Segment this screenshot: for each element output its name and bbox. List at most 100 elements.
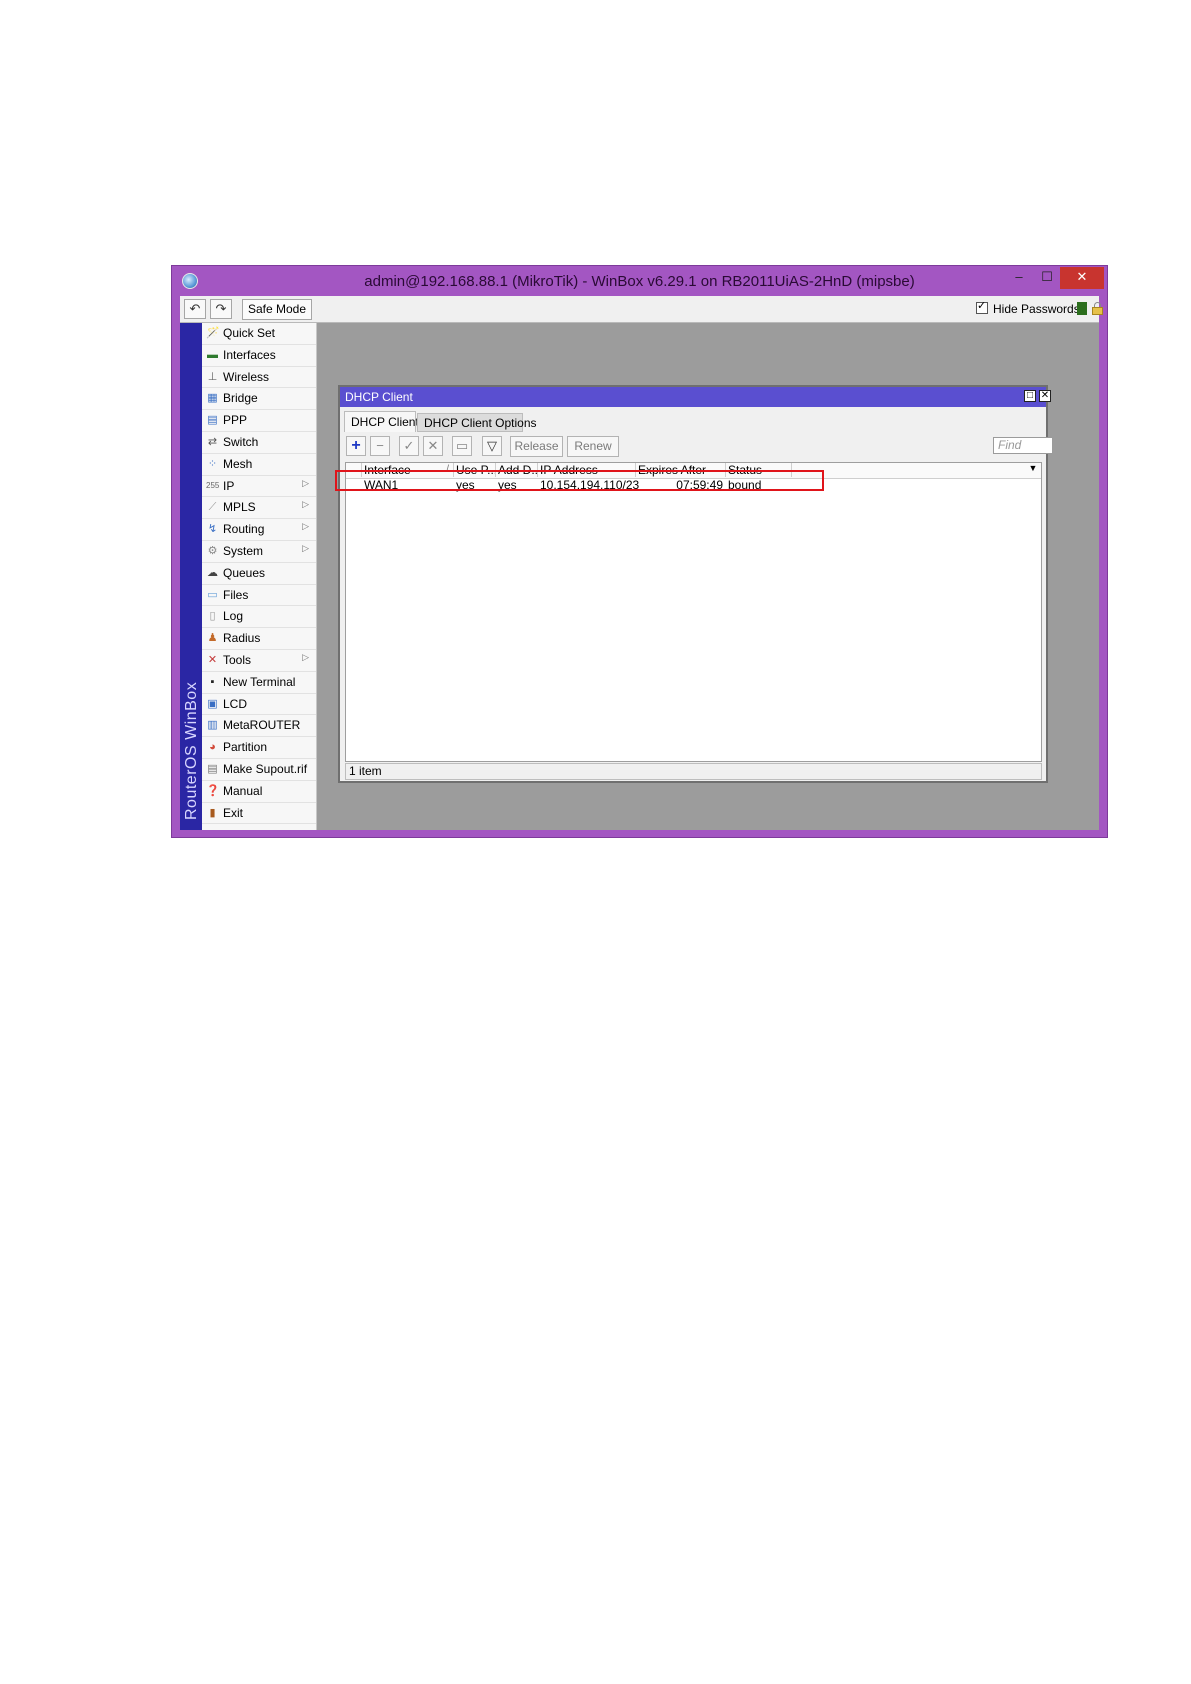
add-icon[interactable]: +: [346, 436, 366, 456]
release-button[interactable]: Release: [510, 436, 563, 457]
sidebar-item-label: Bridge: [223, 391, 258, 406]
users-icon: ♟: [207, 632, 218, 645]
ppp-icon: ▤: [207, 414, 218, 427]
sidebar-item-make-supout[interactable]: ▤ Make Supout.rif: [202, 759, 316, 781]
sidebar-item-label: Wireless: [223, 369, 270, 384]
submenu-arrow-icon: ▷: [302, 499, 309, 510]
enable-icon[interactable]: ✓: [399, 436, 419, 456]
pie-icon: ◕: [209, 741, 216, 754]
window-title: admin@192.168.88.1 (MikroTik) - WinBox v…: [364, 273, 915, 290]
submenu-arrow-icon: ▷: [302, 477, 309, 488]
sidebar-item-ppp[interactable]: ▤ PPP: [202, 410, 316, 432]
submenu-arrow-icon: ▷: [302, 521, 309, 532]
sidebar-item-partition[interactable]: ◕ Partition: [202, 737, 316, 759]
sidebar-item-queues[interactable]: ☁ Queues: [202, 563, 316, 585]
brand-label: RouterOS WinBox: [183, 681, 200, 820]
tools-icon: ✕: [207, 653, 218, 666]
main-toolbar: ↶ ↷ Safe Mode Hide Passwords: [180, 296, 1103, 323]
maximize-icon[interactable]: ☐: [1032, 267, 1062, 289]
sidebar-item-bridge[interactable]: ▦ Bridge: [202, 388, 316, 411]
safe-mode-button[interactable]: Safe Mode: [242, 299, 312, 320]
sidebar-item-label: Manual: [223, 783, 263, 798]
sidebar-item-routing[interactable]: ↯ Routing ▷: [202, 519, 316, 541]
sidebar-item-exit[interactable]: ▮ Exit: [202, 803, 316, 825]
highlight-annotation-box: [335, 470, 824, 491]
dialog-maximize-icon[interactable]: □: [1024, 390, 1036, 402]
ip-icon: 255: [206, 480, 220, 490]
sidebar-item-tools[interactable]: ✕ Tools ▷: [202, 650, 316, 672]
sidebar-item-label: Queues: [223, 565, 266, 580]
exit-icon: ▮: [209, 806, 216, 819]
close-icon[interactable]: ✕: [1060, 267, 1104, 289]
submenu-arrow-icon: ▷: [302, 542, 309, 553]
dhcp-client-dialog: DHCP Client □ ✕ DHCP Client DHCP Client …: [338, 385, 1053, 783]
sidebar-item-label: MPLS: [223, 500, 256, 515]
wand-icon: 🪄: [206, 327, 220, 339]
sidebar-item-label: Log: [223, 609, 244, 624]
sidebar-item-interfaces[interactable]: ▬ Interfaces: [202, 345, 316, 367]
hide-passwords-label: Hide Passwords: [993, 302, 1080, 316]
mesh-icon: ⁘: [207, 457, 218, 470]
sidebar-item-system[interactable]: ⚙ System ▷: [202, 541, 316, 563]
comment-icon[interactable]: ▭: [452, 436, 472, 456]
minimize-icon[interactable]: –: [1004, 267, 1034, 289]
remove-icon[interactable]: −: [370, 436, 390, 456]
dialog-title-bar[interactable]: DHCP Client □ ✕: [340, 387, 1051, 407]
submenu-arrow-icon: ▷: [302, 651, 309, 662]
filter-icon[interactable]: ▽: [482, 436, 502, 456]
find-input[interactable]: Find: [993, 437, 1053, 454]
sidebar-item-label: System: [223, 543, 264, 558]
help-icon: ❓: [206, 784, 220, 797]
antenna-icon: ⊥: [207, 370, 218, 383]
dialog-title: DHCP Client: [345, 390, 413, 404]
document-icon: ▤: [207, 762, 218, 775]
hide-passwords-checkbox[interactable]: Hide Passwords: [976, 299, 1080, 316]
tab-dhcp-client-options[interactable]: DHCP Client Options: [417, 413, 537, 432]
dialog-toolbar: + − ✓ ✕ ▭ ▽ Release Renew Find: [344, 436, 1053, 460]
log-icon: ▯: [209, 610, 216, 623]
sidebar-item-label: IP: [223, 478, 235, 493]
sidebar-item-label: Tools: [223, 652, 252, 667]
sidebar-item-files[interactable]: ▭ Files: [202, 585, 316, 607]
checkbox-checked-icon[interactable]: [976, 299, 988, 314]
queues-icon: ☁: [207, 566, 218, 579]
disable-icon[interactable]: ✕: [423, 436, 443, 456]
sidebar-item-mpls[interactable]: ⟋ MPLS ▷: [202, 497, 316, 520]
sidebar-item-label: LCD: [223, 696, 248, 711]
sidebar-item-label: Make Supout.rif: [223, 761, 308, 776]
lock-icon: [1092, 302, 1103, 315]
renew-button[interactable]: Renew: [567, 436, 619, 457]
sidebar-item-label: New Terminal: [223, 674, 296, 689]
gear-icon: ⚙: [207, 544, 218, 557]
sidebar-item-label: Quick Set: [223, 326, 276, 340]
sidebar-item-metarouter[interactable]: ▥ MetaROUTER: [202, 715, 316, 738]
sidebar-item-label: MetaROUTER: [223, 718, 301, 733]
sidebar-item-log[interactable]: ▯ Log: [202, 606, 316, 629]
title-bar[interactable]: admin@192.168.88.1 (MikroTik) - WinBox v…: [172, 266, 1107, 296]
network-card-icon: ▬: [207, 348, 218, 361]
undo-icon[interactable]: ↶: [184, 299, 206, 319]
sidebar-item-label: Files: [223, 587, 249, 602]
sidebar-item-new-terminal[interactable]: ▪ New Terminal: [202, 672, 316, 694]
mpls-icon: ⟋: [208, 501, 217, 514]
sidebar-item-label: Switch: [223, 434, 259, 449]
sidebar-item-label: Mesh: [223, 456, 253, 471]
dhcp-client-table: Interface / Use P... Add D... IP Address …: [345, 462, 1042, 762]
sidebar-item-ip[interactable]: 255 IP ▷: [202, 476, 316, 498]
table-status-bar: 1 item: [345, 763, 1042, 780]
chevron-down-icon[interactable]: ▼: [1027, 463, 1039, 477]
sidebar-item-label: Partition: [223, 740, 268, 755]
sidebar-item-radius[interactable]: ♟ Radius: [202, 628, 316, 650]
sidebar-item-quick-set[interactable]: 🪄 Quick Set: [202, 323, 316, 345]
terminal-icon: ▪: [210, 675, 215, 688]
tab-dhcp-client[interactable]: DHCP Client: [344, 411, 419, 432]
sidebar-item-wireless[interactable]: ⊥ Wireless: [202, 367, 316, 389]
sidebar-item-label: PPP: [223, 413, 248, 428]
redo-icon[interactable]: ↷: [210, 299, 232, 319]
status-indicator-icon: [1077, 302, 1087, 315]
sidebar-item-lcd[interactable]: ▣ LCD: [202, 694, 316, 716]
dialog-close-icon[interactable]: ✕: [1039, 390, 1051, 402]
sidebar-item-switch[interactable]: ⇄ Switch: [202, 432, 316, 454]
sidebar-item-manual[interactable]: ❓ Manual: [202, 781, 316, 803]
sidebar-item-mesh[interactable]: ⁘ Mesh: [202, 454, 316, 476]
